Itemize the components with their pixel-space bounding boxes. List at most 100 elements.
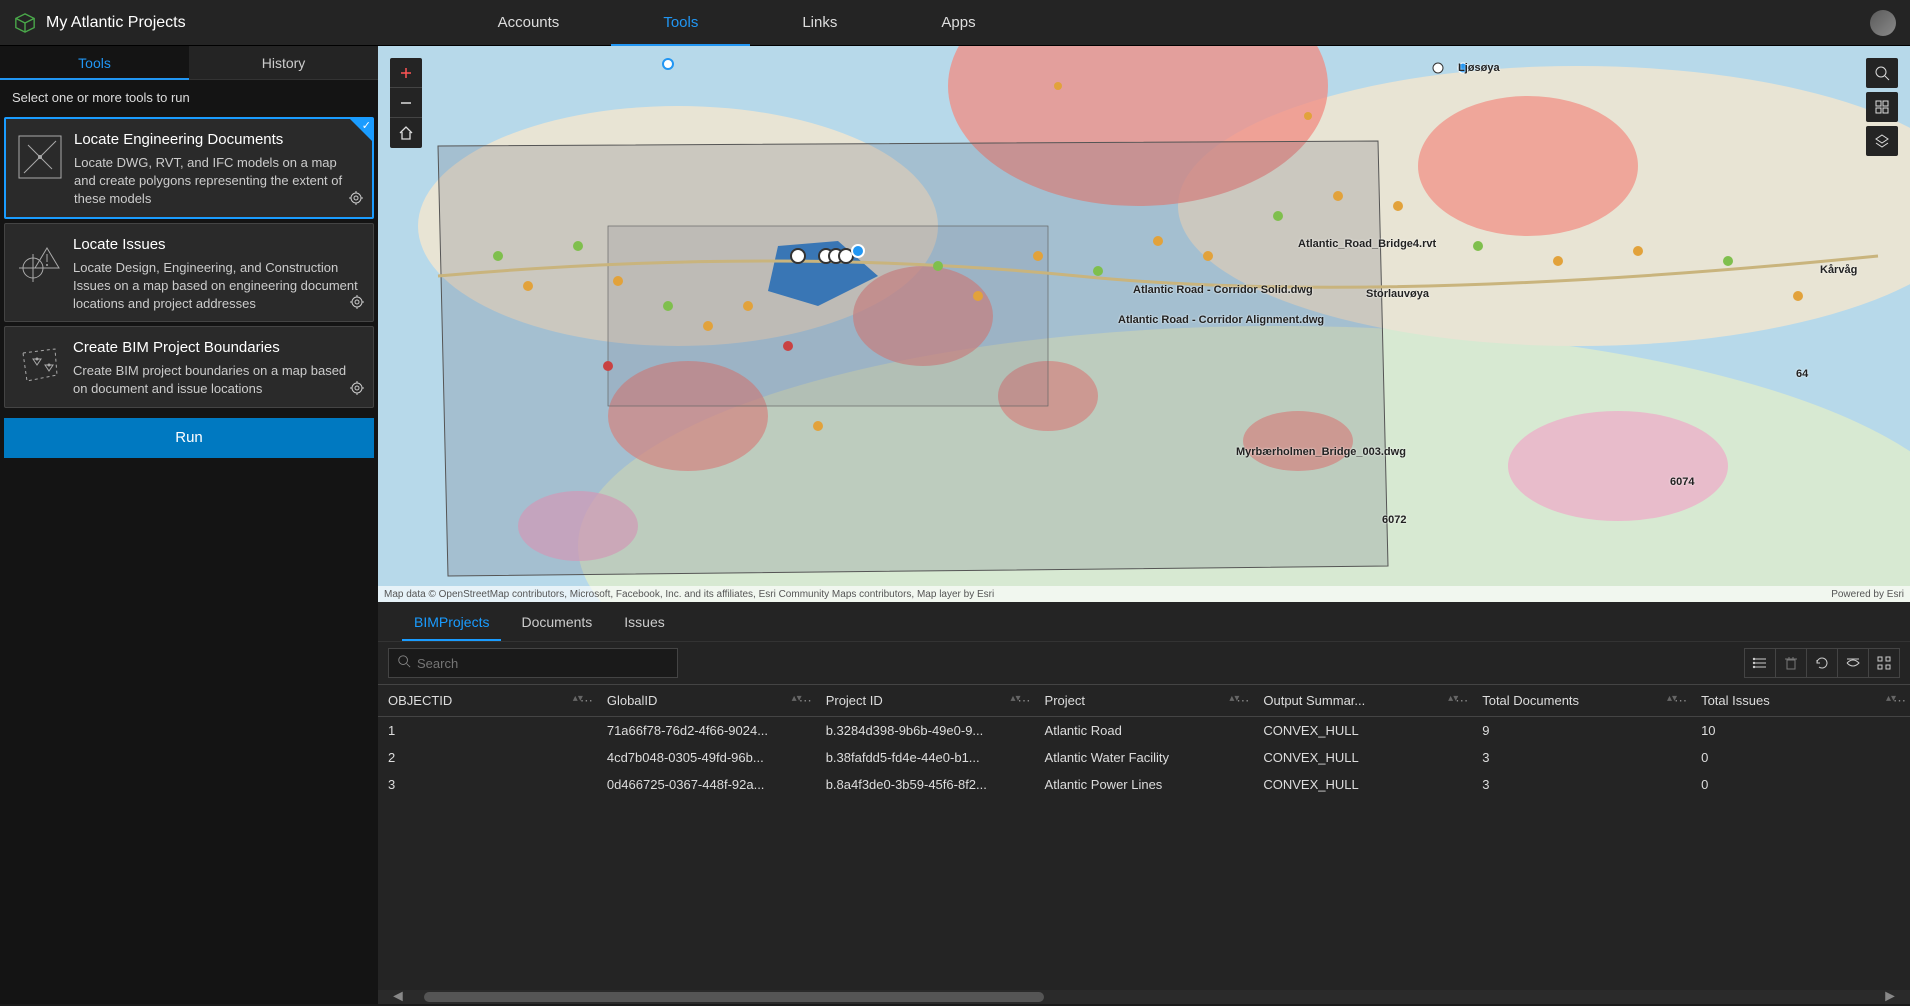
nav-tab-accounts[interactable]: Accounts	[446, 0, 612, 46]
nav-tabs: Accounts Tools Links Apps	[446, 0, 1028, 46]
table-container[interactable]: OBJECTID▴▾⋯GlobalID▴▾⋯Project ID▴▾⋯Proje…	[378, 684, 1910, 990]
scroll-right-icon[interactable]: ►	[1882, 988, 1898, 1006]
map-feature-label: 6074	[1670, 476, 1694, 488]
table-cell: 2	[378, 744, 597, 771]
table-column-header[interactable]: Project▴▾⋯	[1035, 685, 1254, 717]
table-cell: 71a66f78-76d2-4f66-9024...	[597, 717, 816, 745]
table-tab-documents[interactable]: Documents	[509, 602, 604, 641]
attribute-table-panel: BIMProjects Documents Issues OBJECTID▴▾⋯…	[378, 602, 1910, 1004]
zoom-out-button[interactable]	[390, 88, 422, 118]
table-tab-issues[interactable]: Issues	[612, 602, 676, 641]
sidebar-tab-history[interactable]: History	[189, 46, 378, 80]
compass-icon	[18, 135, 62, 179]
table-cell: CONVEX_HULL	[1253, 744, 1472, 771]
map-feature-label: Myrbærholmen_Bridge_003.dwg	[1236, 446, 1406, 458]
search-map-button[interactable]	[1866, 58, 1898, 88]
table-column-header[interactable]: Project ID▴▾⋯	[816, 685, 1035, 717]
run-button[interactable]: Run	[4, 418, 374, 458]
gear-icon[interactable]	[349, 380, 365, 401]
search-icon	[397, 654, 411, 673]
tool-desc: Locate DWG, RVT, and IFC models on a map…	[74, 154, 360, 209]
map-canvas[interactable]: Atlantic_Road_Bridge4.rvt Atlantic Road -…	[378, 46, 1910, 602]
table-cell: Atlantic Road	[1035, 717, 1254, 745]
table-cell: 3	[378, 771, 597, 798]
table-cell: 3	[1472, 744, 1691, 771]
refresh-button[interactable]	[1806, 648, 1838, 678]
table-cell: 9	[1472, 717, 1691, 745]
map-feature-label: Atlantic Road - Corridor Solid.dwg	[1133, 284, 1313, 296]
table-cell: b.3284d398-9b6b-49e0-9...	[816, 717, 1035, 745]
app-logo-icon	[14, 12, 36, 34]
table-row[interactable]: 171a66f78-76d2-4f66-9024...b.3284d398-9b…	[378, 717, 1910, 745]
table-column-header[interactable]: OBJECTID▴▾⋯	[378, 685, 597, 717]
map-zoom-controls	[390, 58, 422, 148]
nav-tab-tools[interactable]: Tools	[611, 0, 750, 46]
sidebar-tabs: Tools History	[0, 46, 378, 80]
table-cell: CONVEX_HULL	[1253, 717, 1472, 745]
map-feature-label: Storlauvøya	[1366, 288, 1429, 300]
table-cell: Atlantic Water Facility	[1035, 744, 1254, 771]
attribute-table: OBJECTID▴▾⋯GlobalID▴▾⋯Project ID▴▾⋯Proje…	[378, 684, 1910, 798]
tool-desc: Locate Design, Engineering, and Construc…	[73, 259, 361, 314]
map-feature-label: Atlantic_Road_Bridge4.rvt	[1298, 238, 1436, 250]
table-cell: b.38fafdd5-fd4e-44e0-b1...	[816, 744, 1035, 771]
warning-target-icon	[17, 240, 61, 284]
map-right-controls	[1866, 58, 1898, 160]
table-search-box[interactable]	[388, 648, 678, 678]
map-feature-label: Kårvåg	[1820, 264, 1857, 276]
scroll-left-icon[interactable]: ◄	[390, 988, 406, 1006]
map-attribution: Map data © OpenStreetMap contributors, M…	[378, 586, 1910, 602]
table-cell: b.8a4f3de0-3b59-45f6-8f2...	[816, 771, 1035, 798]
table-tab-bimprojects[interactable]: BIMProjects	[402, 602, 501, 641]
tool-card-locate-docs[interactable]: Locate Engineering Documents Locate DWG,…	[4, 117, 374, 219]
table-body: 171a66f78-76d2-4f66-9024...b.3284d398-9b…	[378, 717, 1910, 799]
table-column-header[interactable]: Total Issues▴▾⋯	[1691, 685, 1910, 717]
tool-title: Create BIM Project Boundaries	[73, 339, 361, 356]
table-header-row: OBJECTID▴▾⋯GlobalID▴▾⋯Project ID▴▾⋯Proje…	[378, 685, 1910, 717]
zoom-in-button[interactable]	[390, 58, 422, 88]
map-feature-label: 6072	[1382, 514, 1406, 526]
nav-tab-links[interactable]: Links	[750, 0, 889, 46]
tool-desc: Create BIM project boundaries on a map b…	[73, 362, 361, 398]
user-avatar-icon[interactable]	[1870, 10, 1896, 36]
horizontal-scrollbar[interactable]: ◄ ►	[378, 990, 1910, 1004]
table-cell: 4cd7b048-0305-49fd-96b...	[597, 744, 816, 771]
table-cell: CONVEX_HULL	[1253, 771, 1472, 798]
sidebar: Tools History Select one or more tools t…	[0, 46, 378, 1004]
nav-tab-apps[interactable]: Apps	[889, 0, 1027, 46]
scrollbar-thumb[interactable]	[424, 992, 1044, 1002]
selection-mode-button[interactable]	[1744, 648, 1776, 678]
sidebar-tab-tools[interactable]: Tools	[0, 46, 189, 80]
table-column-header[interactable]: GlobalID▴▾⋯	[597, 685, 816, 717]
map-feature-label: Atlantic Road - Corridor Alignment.dwg	[1118, 314, 1324, 326]
selected-check-icon	[350, 119, 372, 141]
show-selected-button[interactable]	[1837, 648, 1869, 678]
table-column-header[interactable]: Output Summar...▴▾⋯	[1253, 685, 1472, 717]
tool-card-bim-boundaries[interactable]: Create BIM Project Boundaries Create BIM…	[4, 326, 374, 407]
table-cell: 3	[1472, 771, 1691, 798]
tool-title: Locate Engineering Documents	[74, 131, 360, 148]
table-cell: 0d466725-0367-448f-92a...	[597, 771, 816, 798]
table-column-header[interactable]: Total Documents▴▾⋯	[1472, 685, 1691, 717]
map-attribution-text: Map data © OpenStreetMap contributors, M…	[384, 589, 994, 600]
column-settings-button[interactable]	[1868, 648, 1900, 678]
gear-icon[interactable]	[349, 294, 365, 315]
table-row[interactable]: 30d466725-0367-448f-92a...b.8a4f3de0-3b5…	[378, 771, 1910, 798]
layers-button[interactable]	[1866, 126, 1898, 156]
map-feature-label: Ljøsøya	[1458, 62, 1500, 74]
table-cell: Atlantic Power Lines	[1035, 771, 1254, 798]
gear-icon[interactable]	[348, 190, 364, 211]
delete-button[interactable]	[1775, 648, 1807, 678]
table-cell: 10	[1691, 717, 1910, 745]
app-title: My Atlantic Projects	[46, 14, 186, 32]
tool-card-locate-issues[interactable]: Locate Issues Locate Design, Engineering…	[4, 223, 374, 323]
home-extent-button[interactable]	[390, 118, 422, 148]
table-search-input[interactable]	[417, 656, 669, 671]
table-cell: 0	[1691, 744, 1910, 771]
table-row[interactable]: 24cd7b048-0305-49fd-96b...b.38fafdd5-fd4…	[378, 744, 1910, 771]
header-bar: My Atlantic Projects Accounts Tools Link…	[0, 0, 1910, 46]
basemap-button[interactable]	[1866, 92, 1898, 122]
boundary-icon	[17, 343, 61, 387]
tool-title: Locate Issues	[73, 236, 361, 253]
tool-list: Locate Engineering Documents Locate DWG,…	[0, 117, 378, 408]
